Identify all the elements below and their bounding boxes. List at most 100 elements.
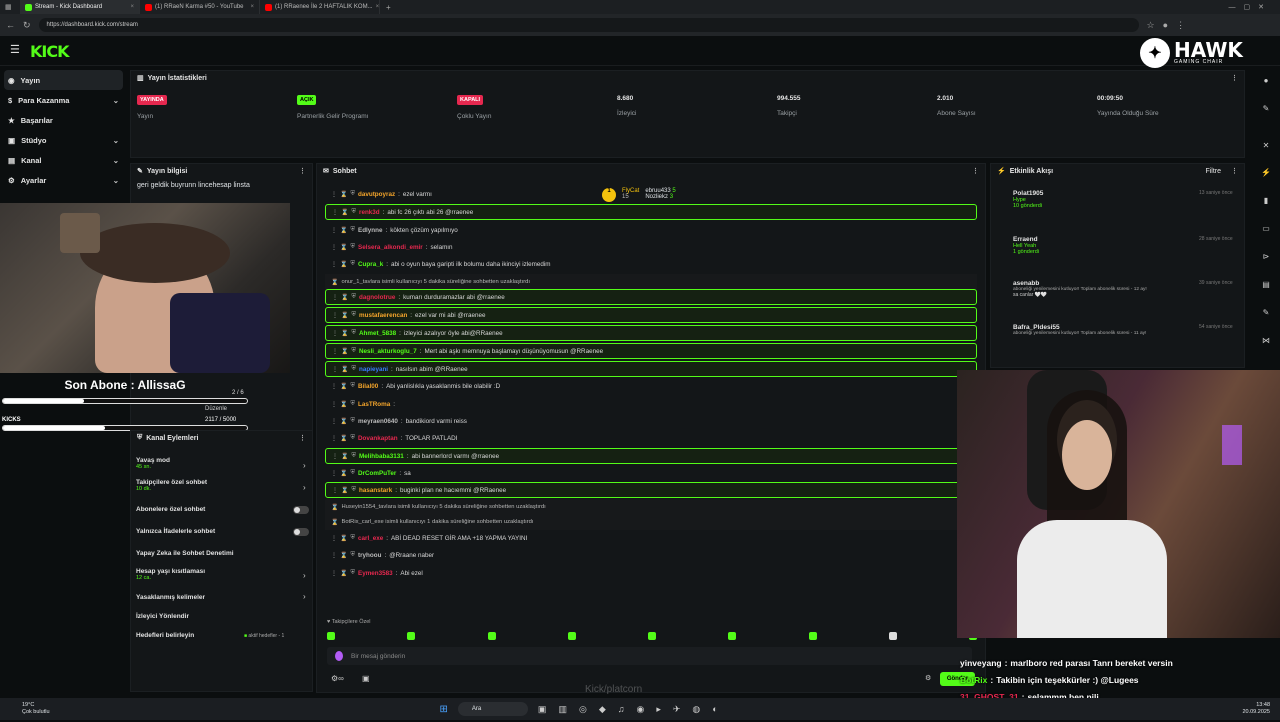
chevron-right-icon[interactable]: › [303, 571, 306, 580]
chat-input[interactable]: Bir mesaj gönderin [327, 647, 972, 665]
info-icon[interactable]: ● [1260, 76, 1272, 88]
hourglass-icon[interactable]: ⌛ [340, 570, 347, 577]
shield-icon[interactable]: ⛨ [350, 244, 355, 251]
hourglass-icon[interactable]: ⌛ [341, 366, 348, 373]
pin-icon[interactable]: ⋮ [331, 570, 337, 577]
chat-username[interactable]: dagnolotrue [359, 294, 395, 301]
bolt-icon[interactable]: ⚡ [1260, 168, 1272, 180]
hourglass-icon[interactable]: ⌛ [340, 244, 347, 251]
sidebar-item-ayarlar[interactable]: ⚙ Ayarlar ⌄ [0, 170, 127, 190]
sidebar-item-basarilar[interactable]: ★ Başarılar [0, 110, 127, 130]
sidebar-item-studyo[interactable]: ▣ Stüdyo ⌄ [0, 130, 127, 150]
chat-username[interactable]: davutpoyraz [358, 191, 395, 198]
pin-icon[interactable]: ⋮ [331, 383, 337, 390]
shield-icon[interactable]: ⛨ [351, 209, 356, 216]
hourglass-icon[interactable]: ⌛ [340, 401, 347, 408]
hourglass-icon[interactable]: ⌛ [341, 348, 348, 355]
pin-icon[interactable]: ⋮ [332, 330, 338, 337]
chat-username[interactable]: meyraen0640 [358, 418, 398, 425]
shield-icon[interactable]: ⛨ [351, 487, 356, 494]
pin-icon[interactable]: ⋮ [331, 552, 337, 559]
filter-button[interactable]: Filtre [1205, 168, 1221, 175]
chat-tools-icon[interactable]: ⚙∞ [331, 674, 344, 683]
chevron-right-icon[interactable]: › [303, 461, 306, 470]
hourglass-icon[interactable]: ⌛ [340, 261, 347, 268]
shield-icon[interactable]: ⛨ [350, 435, 355, 442]
shield-icon[interactable]: ⛨ [350, 552, 355, 559]
layout-icon[interactable]: ▤ [1260, 280, 1272, 292]
chat-username[interactable]: Selsera_alkondi_emir [358, 244, 423, 251]
chat-username[interactable]: mustafaerencan [359, 312, 407, 319]
shield-icon[interactable]: ⛨ [350, 227, 355, 234]
hourglass-icon[interactable]: ⌛ [340, 435, 347, 442]
pin-icon[interactable]: ⋮ [331, 535, 337, 542]
action-followers-only[interactable]: Takipçilere özel sohbet 10 dk. [136, 479, 207, 492]
chat-username[interactable]: Nesli_akturkoglu_7 [359, 348, 417, 355]
emote-only-toggle[interactable] [293, 528, 309, 536]
pin-icon[interactable]: ⋮ [331, 418, 337, 425]
sidebar-item-kanal[interactable]: ▤ Kanal ⌄ [0, 150, 127, 170]
wrench-icon[interactable]: ✎ [1260, 308, 1272, 320]
pin-icon[interactable]: ⋮ [331, 191, 337, 198]
shield-icon[interactable]: ⛨ [351, 348, 356, 355]
action-goals[interactable]: Hedefleri belirleyin [136, 632, 194, 639]
hourglass-icon[interactable]: ⌛ [340, 383, 347, 390]
action-account-age[interactable]: Hesap yaşı kısıtlaması 12 ca. [136, 568, 205, 581]
shield-icon[interactable]: ⛨ [351, 330, 356, 337]
action-banned-words[interactable]: Yasaklanmış kelimeler [136, 594, 205, 601]
chevron-right-icon[interactable]: › [303, 592, 306, 601]
chat-username[interactable]: Eymen3583 [358, 570, 393, 577]
edit-link[interactable]: Düzenle [205, 406, 227, 412]
pin-icon[interactable]: ⋮ [331, 227, 337, 234]
shield-icon[interactable]: ⛨ [351, 294, 356, 301]
pin-icon[interactable]: ⋮ [332, 348, 338, 355]
share-icon[interactable]: ⋈ [1260, 336, 1272, 348]
pin-icon[interactable]: ⋮ [331, 244, 337, 251]
url-field[interactable]: https://dashboard.kick.com/stream [38, 18, 1139, 32]
pin-icon[interactable]: ⋮ [331, 435, 337, 442]
sidebar-item-yayin[interactable]: ◉ Yayın [4, 70, 123, 90]
pin-icon[interactable]: ⋮ [331, 470, 337, 477]
hourglass-icon[interactable]: ⌛ [341, 209, 348, 216]
window-menu-icon[interactable]: ▦ [0, 3, 20, 11]
shield-icon[interactable]: ⛨ [350, 401, 355, 408]
shield-icon[interactable]: ⛨ [350, 191, 355, 198]
profile-icon[interactable]: ● [1163, 20, 1168, 30]
hourglass-icon[interactable]: ⌛ [340, 191, 347, 198]
pin-icon[interactable]: ⋮ [332, 294, 338, 301]
shield-icon[interactable]: ⛨ [350, 261, 355, 268]
hourglass-icon[interactable]: ⌛ [340, 418, 347, 425]
kick-logo[interactable]: KICK [30, 42, 69, 61]
message-icon[interactable]: ▭ [1260, 224, 1272, 236]
chat-username[interactable]: renk3d [359, 209, 380, 216]
sidebar-item-para-kazanma[interactable]: $ Para Kazanma ⌄ [0, 90, 127, 110]
chat-username[interactable]: Dovankaptan [358, 435, 398, 442]
weather-widget[interactable]: 19°C Çok bulutlu [0, 702, 50, 716]
more-icon[interactable]: ⋮ [299, 434, 306, 442]
bookmark-star-icon[interactable]: ☆ [1147, 20, 1155, 31]
hourglass-icon[interactable]: ⌛ [341, 453, 348, 460]
tool-icon[interactable]: ✕ [1260, 141, 1272, 153]
hourglass-icon[interactable]: ⌛ [341, 487, 348, 494]
chat-username[interactable]: DrComPuTer [358, 470, 396, 477]
hourglass-icon[interactable]: ⌛ [340, 227, 347, 234]
browser-tab[interactable]: Stream - Kick Dashboard × [20, 0, 140, 14]
hourglass-icon[interactable]: ⌛ [340, 552, 347, 559]
chat-username[interactable]: Ahmet_5838 [359, 330, 396, 337]
shield-icon[interactable]: ⛨ [350, 570, 355, 577]
shield-icon[interactable]: ⛨ [350, 470, 355, 477]
hourglass-icon[interactable]: ⌛ [340, 535, 347, 542]
emoji-icon[interactable] [335, 651, 343, 661]
more-icon[interactable]: ⋮ [299, 167, 306, 175]
more-icon[interactable]: ⋮ [1225, 167, 1238, 175]
hourglass-icon[interactable]: ⌛ [341, 294, 348, 301]
reload-icon[interactable]: ↻ [23, 20, 31, 31]
pin-icon[interactable]: ⋮ [332, 209, 338, 216]
shield-icon[interactable]: ⛨ [350, 383, 355, 390]
chat-username[interactable]: hasanstark [359, 487, 392, 494]
chat-settings-icon[interactable]: ▣ [362, 674, 370, 683]
action-slow-mode[interactable]: Yavaş mod 45 sn. [136, 457, 170, 470]
hourglass-icon[interactable]: ⌛ [340, 470, 347, 477]
more-icon[interactable]: ⋮ [1231, 74, 1238, 82]
hourglass-icon[interactable]: ⌛ [341, 330, 348, 337]
